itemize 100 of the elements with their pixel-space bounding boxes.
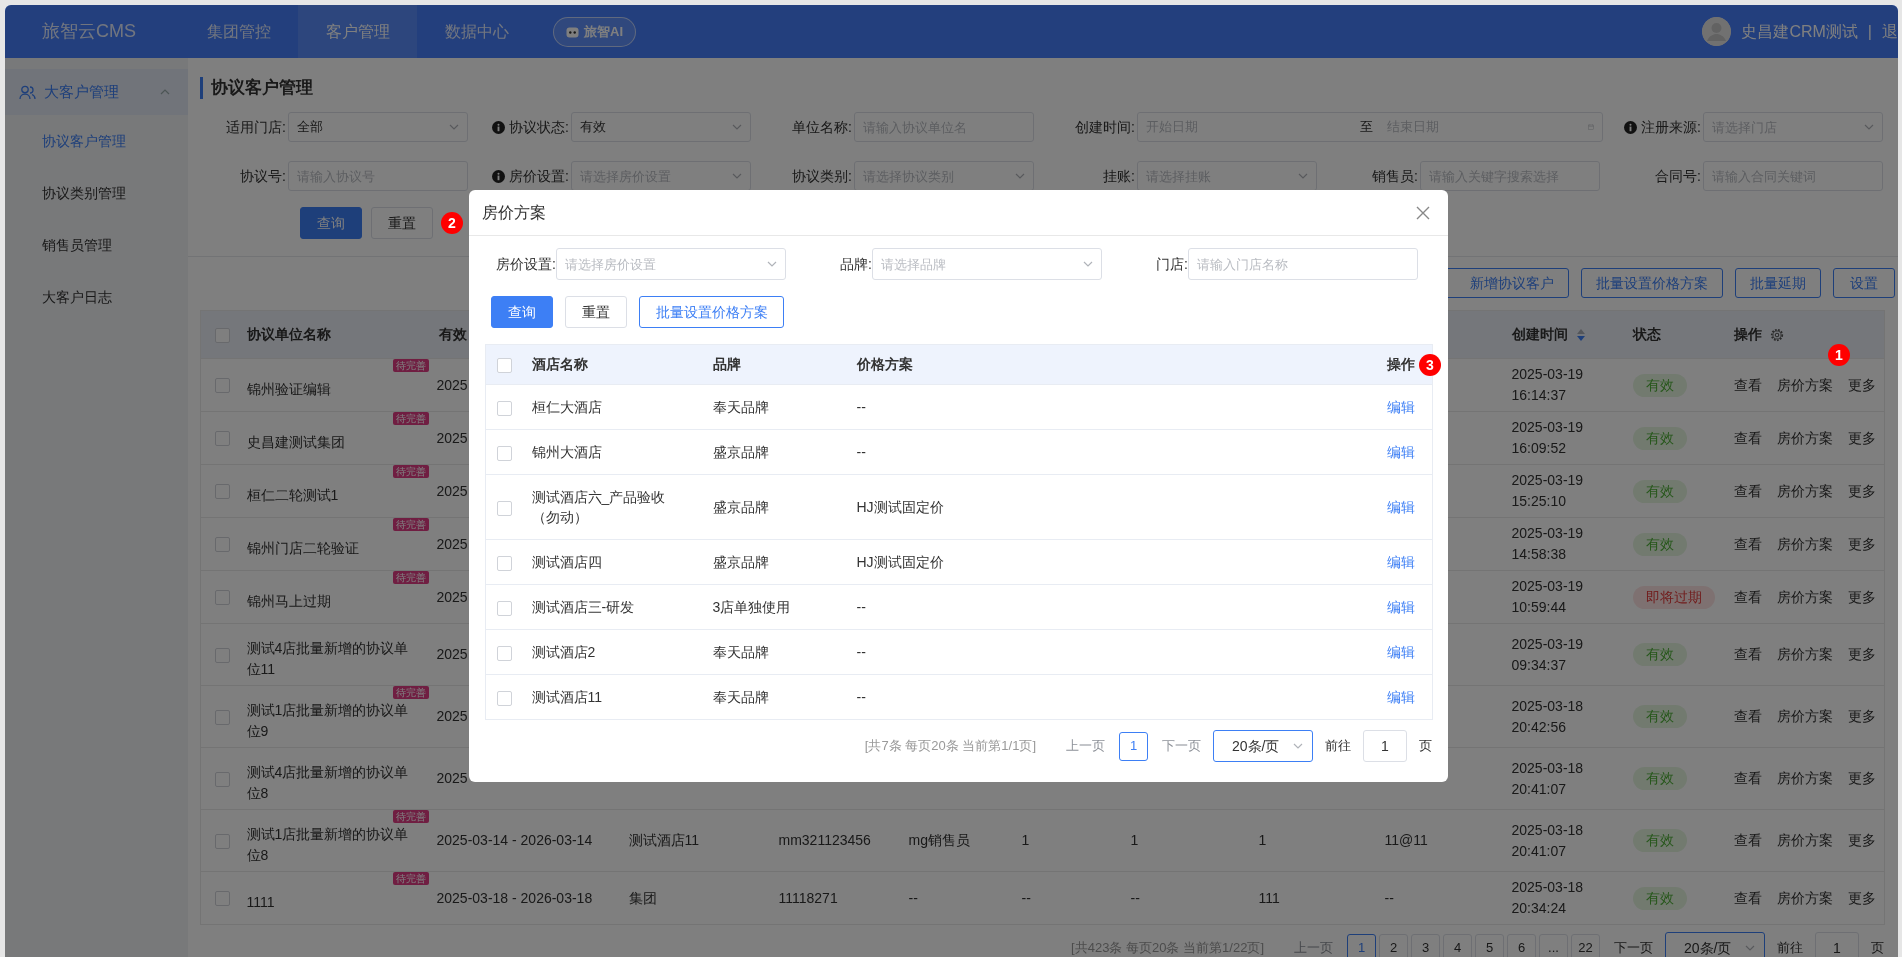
table-cell: 2025-03-19 14:58:38 [1511, 525, 1584, 562]
button[interactable]: 查询 [491, 296, 553, 328]
table-cell: 桓仁二轮测试1 [246, 487, 339, 503]
edit-link[interactable]: 编辑 [1386, 399, 1415, 415]
table-cell: -- [856, 399, 866, 415]
table-cell: 11@11 [1384, 832, 1428, 848]
checkbox[interactable] [497, 357, 513, 373]
action-link[interactable]: 更多 [1847, 768, 1876, 789]
page-button[interactable]: 6 [1507, 933, 1536, 957]
pending-tag: 待完善 [392, 518, 429, 531]
select-field[interactable]: 请选择品牌 [872, 248, 1102, 280]
checkbox[interactable] [497, 400, 513, 416]
page-button[interactable]: 22 [1571, 933, 1600, 957]
action-link[interactable]: 查看 [1733, 887, 1762, 909]
action-link[interactable]: 更多 [1847, 830, 1876, 851]
checkbox[interactable] [497, 690, 513, 706]
action-link[interactable]: 查看 [1733, 533, 1762, 555]
action-link[interactable]: 更多 [1847, 586, 1876, 608]
toolbar-button[interactable]: 批量设置价格方案 [1581, 268, 1723, 298]
nav-tab[interactable]: 集团管控 [179, 5, 298, 58]
edit-link[interactable]: 编辑 [1386, 644, 1415, 660]
edit-link[interactable]: 编辑 [1386, 554, 1415, 570]
toolbar-button[interactable]: 设置 [1833, 268, 1895, 298]
table-cell: 2025 [436, 708, 468, 724]
page-button[interactable]: 5 [1475, 933, 1504, 957]
page-suffix: 页 [1419, 737, 1432, 756]
table-cell: 2025-03-19 16:14:37 [1511, 366, 1584, 403]
action-link[interactable]: 房价方案 [1776, 830, 1833, 851]
page-button[interactable]: 1 [1119, 731, 1148, 761]
page-size-select[interactable]: 20条/页 [1665, 932, 1765, 957]
action-link[interactable]: 房价方案 [1776, 533, 1833, 555]
table-cell: 2025 [436, 376, 468, 393]
table-cell: 2025-03-19 16:09:52 [1511, 419, 1584, 456]
action-link[interactable]: 查看 [1733, 768, 1762, 789]
toolbar-button[interactable]: 批量延期 [1735, 268, 1821, 298]
page-number-field[interactable]: 1 [1815, 932, 1859, 957]
select-field[interactable]: 全部 [288, 112, 468, 142]
pending-tag: 待完善 [392, 359, 429, 372]
nav-tab[interactable]: 数据中心 [417, 5, 536, 58]
action-link[interactable]: 房价方案 [1776, 427, 1833, 449]
action-link[interactable]: 房价方案 [1776, 768, 1833, 789]
logout-link[interactable]: 退 [1882, 19, 1898, 44]
separator: | [1867, 21, 1872, 42]
action-link[interactable]: 更多 [1847, 887, 1876, 909]
edit-link[interactable]: 编辑 [1386, 599, 1415, 615]
action-link[interactable]: 查看 [1733, 374, 1762, 396]
column-header: 有效 [438, 325, 467, 344]
action-link[interactable]: 更多 [1847, 533, 1876, 555]
action-link[interactable]: 更多 [1847, 480, 1876, 502]
checkbox[interactable] [497, 600, 513, 616]
action-link[interactable]: 查看 [1733, 480, 1762, 502]
select-field[interactable]: 请选择房价设置 [556, 248, 786, 280]
select-field[interactable]: 有效 [571, 112, 751, 142]
action-link[interactable]: 房价方案 [1776, 374, 1833, 396]
action-link[interactable]: 查看 [1733, 427, 1762, 449]
checkbox[interactable] [497, 500, 513, 516]
page-number-field[interactable]: 1 [1363, 730, 1407, 762]
table-cell: 桓仁大酒店 [531, 399, 602, 415]
edit-link[interactable]: 编辑 [1386, 499, 1415, 515]
action-link[interactable]: 查看 [1733, 644, 1762, 665]
sidebar-item[interactable]: 协议类别管理 [5, 167, 188, 219]
button[interactable]: 重置 [565, 296, 627, 328]
action-link[interactable]: 更多 [1847, 644, 1876, 665]
page-size-select[interactable]: 20条/页 [1213, 730, 1313, 762]
page-button[interactable]: 4 [1443, 933, 1472, 957]
checkbox[interactable] [497, 555, 513, 571]
page-button[interactable]: ... [1539, 933, 1568, 957]
sidebar-item[interactable]: 销售员管理 [5, 219, 188, 271]
action-link[interactable]: 房价方案 [1776, 706, 1833, 727]
action-link[interactable]: 更多 [1847, 374, 1876, 396]
action-link[interactable]: 房价方案 [1776, 644, 1833, 665]
table-cell: 盛京品牌 [712, 444, 769, 460]
button[interactable]: 查询 [300, 207, 362, 239]
action-link[interactable]: 查看 [1733, 830, 1762, 851]
page-button[interactable]: 3 [1411, 933, 1440, 957]
action-link[interactable]: 查看 [1733, 586, 1762, 608]
nav-tab[interactable]: 客户管理 [298, 5, 417, 58]
action-link[interactable]: 查看 [1733, 706, 1762, 727]
action-link[interactable]: 更多 [1847, 427, 1876, 449]
table-cell: -- [856, 644, 866, 660]
text-field[interactable]: 请输入门店名称 [1188, 248, 1418, 280]
page-button[interactable]: 2 [1379, 933, 1408, 957]
checkbox[interactable] [497, 645, 513, 661]
action-link[interactable]: 更多 [1847, 706, 1876, 727]
edit-link[interactable]: 编辑 [1386, 689, 1415, 705]
table-cell: 2025-03-18 20:34:24 [1511, 879, 1584, 916]
page-button[interactable]: 1 [1347, 933, 1376, 957]
field-label: 协议状态: [509, 117, 569, 137]
page-suffix: 页 [1871, 939, 1884, 957]
action-link[interactable]: 房价方案 [1776, 480, 1833, 502]
field-label: 创建时间: [1075, 117, 1135, 137]
edit-link[interactable]: 编辑 [1386, 444, 1415, 460]
action-link[interactable]: 房价方案 [1776, 887, 1833, 909]
button[interactable]: 批量设置价格方案 [639, 296, 784, 328]
field-label: 协议类别: [792, 166, 852, 186]
checkbox[interactable] [497, 445, 513, 461]
button[interactable]: 重置 [371, 207, 433, 239]
action-link[interactable]: 房价方案 [1776, 586, 1833, 608]
sidebar-item[interactable]: 大客户日志 [5, 271, 188, 323]
sidebar-item[interactable]: 协议客户管理 [5, 115, 188, 167]
